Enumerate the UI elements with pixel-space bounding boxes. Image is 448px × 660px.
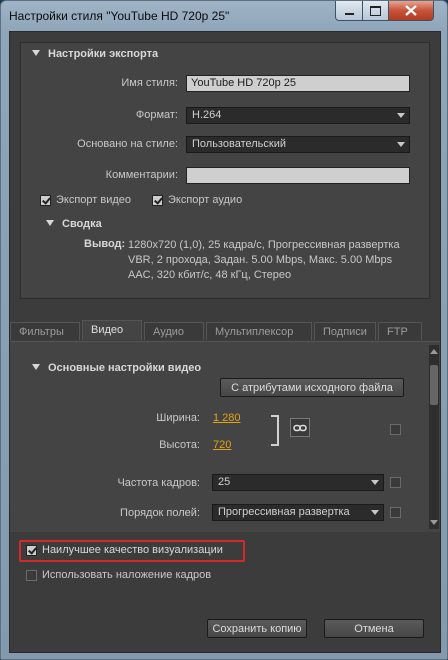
save-copy-button[interactable]: Сохранить копию <box>207 619 307 638</box>
height-label: Высота: <box>159 439 200 451</box>
export-audio-checkbox[interactable] <box>152 195 163 206</box>
minimize-button[interactable] <box>335 1 363 21</box>
comments-label: Комментарии: <box>105 169 178 181</box>
tab-multiplexer[interactable]: Мультиплексор <box>206 322 312 340</box>
video-settings-scrollbar[interactable] <box>429 345 439 529</box>
basic-video-settings-title: Основные настройки видео <box>48 362 202 374</box>
style-name-input[interactable]: YouTube HD 720p 25 <box>186 75 410 92</box>
output-line-2: VBR, 2 прохода, Задан. 5.00 Mbps, Макс. … <box>128 254 393 266</box>
output-label: Вывод: <box>84 238 126 250</box>
dialog-window: Настройки стиля "YouTube HD 720p 25" Нас… <box>0 0 448 660</box>
tab-video[interactable]: Видео <box>82 320 142 340</box>
format-label: Формат: <box>135 109 178 121</box>
field-order-value: Прогрессивная развертка <box>218 506 350 518</box>
framerate-value: 25 <box>218 476 231 488</box>
title-bar[interactable]: Настройки стиля "YouTube HD 720p 25" <box>1 1 447 31</box>
cancel-button[interactable]: Отмена <box>324 619 424 638</box>
close-button[interactable] <box>388 1 434 21</box>
dialog-client-area: Настройки экспорта Имя стиля: YouTube HD… <box>9 31 441 653</box>
framerate-label: Частота кадров: <box>117 477 200 489</box>
frame-blending-label: Использовать наложение кадров <box>42 569 212 581</box>
output-summary: 1280x720 (1,0), 25 кадра/с, Прогрессивна… <box>128 238 428 283</box>
collapse-triangle-icon <box>46 220 54 226</box>
window-title: Настройки стиля "YouTube HD 720p 25" <box>9 9 230 23</box>
close-icon <box>405 5 417 16</box>
width-label: Ширина: <box>156 412 200 424</box>
export-video-checkbox[interactable] <box>40 195 51 206</box>
max-render-quality-label: Наилучшее качество визуализации <box>42 544 223 556</box>
dropdown-arrow-icon <box>371 510 379 515</box>
dimensions-override-checkbox[interactable] <box>390 424 401 435</box>
field-order-override-checkbox[interactable] <box>390 507 401 518</box>
dropdown-arrow-icon <box>371 480 379 485</box>
output-line-3: AAC, 320 кбит/с, 48 кГц, Стерео <box>128 269 292 281</box>
collapse-triangle-icon <box>32 364 40 370</box>
format-dropdown[interactable]: H.264 <box>186 107 410 124</box>
scroll-down-arrow-icon[interactable] <box>430 520 438 525</box>
field-order-dropdown[interactable]: Прогрессивная развертка <box>212 504 384 521</box>
summary-header[interactable]: Сводка <box>46 218 102 230</box>
constrain-proportions-button[interactable] <box>290 418 310 437</box>
frame-blending-checkbox[interactable] <box>26 570 37 581</box>
based-on-label: Основано на стиле: <box>77 138 178 150</box>
link-chain-icon <box>293 424 307 431</box>
tab-ftp[interactable]: FTP <box>378 322 422 340</box>
dropdown-arrow-icon <box>397 142 405 147</box>
style-name-label: Имя стиля: <box>121 77 178 89</box>
basic-video-settings-header[interactable]: Основные настройки видео <box>32 362 201 374</box>
height-value[interactable]: 720 <box>213 439 231 451</box>
tab-filters[interactable]: Фильтры <box>10 322 80 340</box>
width-value[interactable]: 1 280 <box>213 412 241 424</box>
minimize-icon <box>344 13 354 15</box>
export-settings-title: Настройки экспорта <box>48 48 159 60</box>
field-order-label: Порядок полей: <box>120 507 200 519</box>
tab-captions[interactable]: Подписи <box>314 322 376 340</box>
framerate-dropdown[interactable]: 25 <box>212 474 384 491</box>
match-source-button[interactable]: С атрибутами исходного файла <box>220 378 404 397</box>
framerate-override-checkbox[interactable] <box>390 477 401 488</box>
export-settings-header[interactable]: Настройки экспорта <box>32 48 158 60</box>
based-on-value: Пользовательский <box>192 138 286 150</box>
format-value: H.264 <box>192 109 222 121</box>
comments-input[interactable] <box>186 167 410 184</box>
aspect-bracket <box>271 415 279 446</box>
export-audio-label: Экспорт аудио <box>168 194 243 206</box>
summary-title: Сводка <box>62 218 102 230</box>
export-video-label: Экспорт видео <box>56 194 132 206</box>
based-on-dropdown[interactable]: Пользовательский <box>186 136 410 153</box>
maximize-button[interactable] <box>362 1 389 21</box>
output-line-1: 1280x720 (1,0), 25 кадра/с, Прогрессивна… <box>128 239 400 251</box>
dropdown-arrow-icon <box>397 113 405 118</box>
tab-audio[interactable]: Аудио <box>144 322 204 340</box>
scrollbar-thumb[interactable] <box>430 365 438 405</box>
max-render-quality-checkbox[interactable] <box>26 545 37 556</box>
scroll-up-arrow-icon[interactable] <box>430 349 438 354</box>
collapse-triangle-icon <box>32 50 40 56</box>
maximize-icon <box>370 5 381 16</box>
